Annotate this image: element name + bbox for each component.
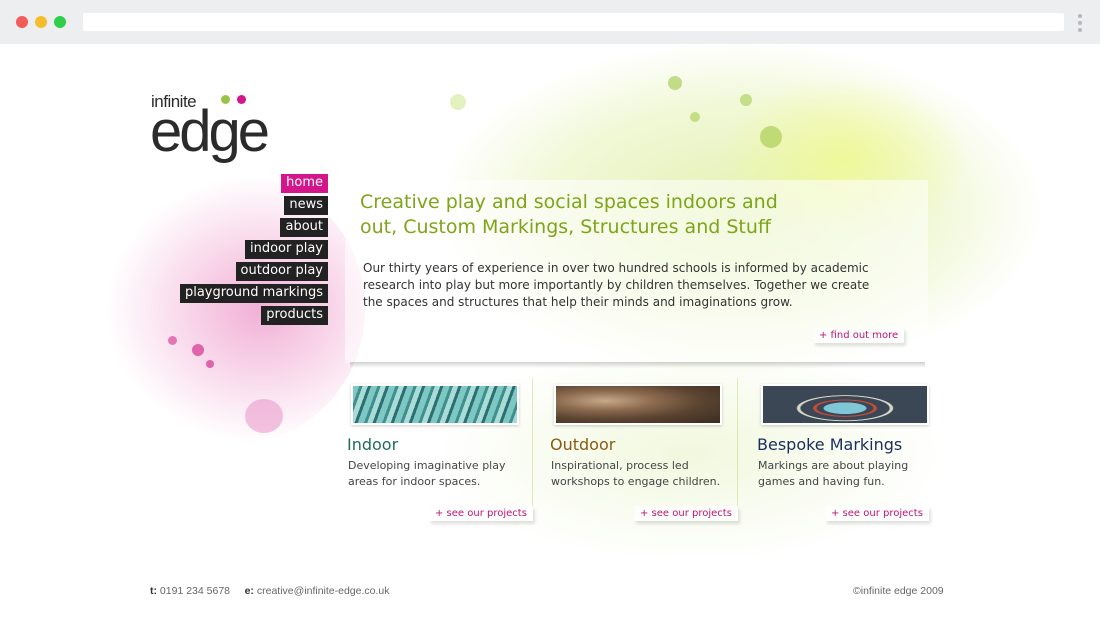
footer-phone: 0191 234 5678 [159,585,230,597]
card-body: Markings are about playing games and hav… [758,459,909,488]
logo-dot-lime [221,95,230,104]
main-nav: home news about indoor play outdoor play… [179,174,328,328]
browser-chrome [0,0,1100,44]
card-title: Outdoor [550,435,616,454]
hero-shadow [350,362,925,368]
footer-email[interactable]: creative@infinite-edge.co.uk [257,585,390,597]
card-divider [737,378,738,506]
nav-item-indoor-play[interactable]: indoor play [244,240,328,259]
hero-body: Our thirty years of experience in over t… [363,261,870,309]
nav-item-about[interactable]: about [280,218,328,237]
nav-item-playground-markings[interactable]: playground markings [179,284,328,303]
markings-photo[interactable] [761,384,929,425]
outdoor-photo[interactable] [554,384,722,425]
maximize-window-icon[interactable] [54,16,66,28]
address-bar[interactable] [83,13,1064,31]
card-indoor: Indoor Developing imaginative play areas… [347,378,537,528]
hero-heading: Creative play and social spaces indoors … [360,191,778,238]
close-window-icon[interactable] [16,16,28,28]
see-our-projects-link[interactable]: + see our projects [825,506,929,521]
card-outdoor: Outdoor Inspirational, process led works… [550,378,740,528]
hero-panel: Creative play and social spaces indoors … [345,180,928,363]
email-label: e: [244,585,254,597]
card-bespoke-markings: Bespoke Markings Markings are about play… [757,378,947,528]
card-body: Inspirational, process led workshops to … [551,459,721,488]
nav-item-products[interactable]: products [261,306,328,325]
nav-item-home[interactable]: home [281,174,328,193]
nav-item-outdoor-play[interactable]: outdoor play [235,262,328,281]
card-title: Bespoke Markings [757,435,903,454]
indoor-photo[interactable] [351,384,519,425]
tel-label: t: [150,585,157,597]
see-our-projects-link[interactable]: + see our projects [429,506,533,521]
nav-item-news[interactable]: news [284,196,328,215]
find-out-more-link[interactable]: + find out more [813,328,905,343]
footer-contact: t: 0191 234 5678 e: creative@infinite-ed… [150,585,390,597]
minimize-window-icon[interactable] [35,16,47,28]
card-body: Developing imaginative play areas for in… [348,459,506,488]
card-title: Indoor [347,435,399,454]
browser-menu-icon[interactable] [1078,14,1082,35]
footer-copyright: ©infinite edge 2009 [853,585,944,597]
logo-text-main: edge [150,99,270,164]
logo-dot-magenta [237,95,246,104]
card-divider [532,378,533,506]
see-our-projects-link[interactable]: + see our projects [634,506,738,521]
page: infinite edge home news about indoor pla… [0,44,1100,640]
